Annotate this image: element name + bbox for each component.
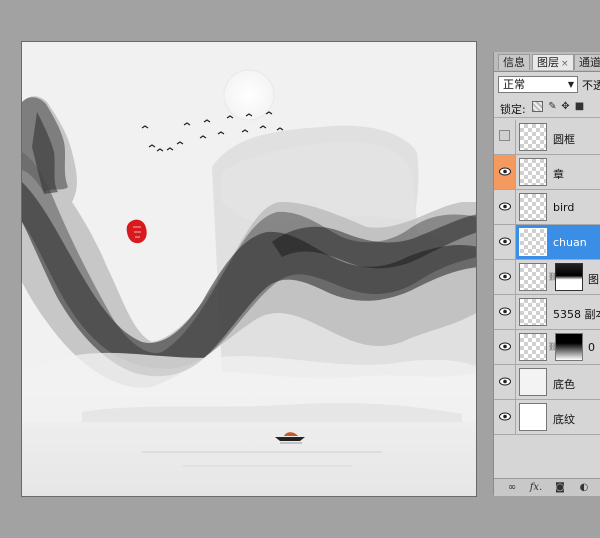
layer-row-0[interactable]: ⛓ 0 [494,330,600,365]
layer-mask-thumbnail[interactable] [555,263,583,291]
mask-link-icon[interactable]: ⛓ [548,341,558,353]
layer-thumbnail [519,368,547,396]
layer-name: 底色 [553,378,575,391]
close-tab-icon[interactable]: × [561,59,569,69]
visibility-toggle[interactable] [494,330,516,364]
moon [223,69,275,121]
ink-landscape-artwork [22,42,476,496]
dropdown-arrow-icon: ▼ [567,80,574,89]
visibility-toggle[interactable] [494,400,516,434]
layer-mask-thumbnail[interactable] [555,333,583,361]
layers-panel: 信息 图层 × 通道 正常 ▼ 不透 锁定: ✎ ✥ ■ 圆框 章 bird c… [493,52,600,496]
eye-icon [499,377,511,386]
lock-transparency-icon[interactable] [532,101,543,112]
layer-thumbnail [519,403,547,431]
lock-move-icon[interactable]: ✥ [560,101,571,112]
layer-row-bird[interactable]: bird [494,190,600,225]
tab-channels-label: 通道 [579,56,600,69]
layer-row-dise[interactable]: 底色 [494,365,600,400]
layer-name: 图 [588,273,599,286]
lock-row: 锁定: ✎ ✥ ■ [494,99,600,118]
layer-row-chuan[interactable]: chuan [494,225,600,260]
layer-thumbnail [519,333,547,361]
eye-icon [499,202,511,211]
opacity-label: 不透 [582,79,600,92]
blend-mode-select[interactable]: 正常 ▼ [498,76,578,93]
mask-icon[interactable]: ◙ [552,481,568,494]
lock-brush-icon[interactable]: ✎ [547,101,558,112]
fx-icon[interactable]: fx. [528,481,544,494]
blend-row: 正常 ▼ 不透 [494,74,600,95]
visibility-toggle[interactable] [494,365,516,399]
tab-info[interactable]: 信息 [498,54,530,70]
layer-name: 底纹 [553,413,575,426]
tab-channels[interactable]: 通道 [574,54,600,70]
lock-label: 锁定: [500,103,526,116]
visibility-toggle[interactable] [494,155,516,189]
layer-name: bird [553,201,575,214]
layer-name: 5358 副本 [553,308,600,321]
eye-icon [499,167,511,176]
panel-tabs: 信息 图层 × 通道 [494,52,600,72]
layer-thumbnail [519,123,547,151]
eye-icon [499,342,511,351]
mask-link-icon[interactable]: ⛓ [548,271,558,283]
eye-icon [499,237,511,246]
layer-row-yuankuang[interactable]: 圆框 [494,120,600,155]
layer-thumbnail [519,263,547,291]
layer-name: 圆框 [553,133,575,146]
link-icon[interactable]: ∞ [504,481,520,494]
layer-row-zhang[interactable]: 章 [494,155,600,190]
tab-layers[interactable]: 图层 × [532,54,574,70]
layer-thumbnail [519,298,547,326]
document-canvas[interactable] [21,41,477,497]
visibility-toggle[interactable] [494,260,516,294]
hidden-box-icon [499,130,510,141]
layer-name: 0 [588,341,595,354]
eye-icon [499,272,511,281]
visibility-toggle[interactable] [494,120,516,154]
layer-row-tu[interactable]: ⛓ 图 [494,260,600,295]
visibility-toggle[interactable] [494,295,516,329]
layer-row-diwen[interactable]: 底纹 [494,400,600,435]
visibility-toggle[interactable] [494,225,516,259]
adjustment-icon[interactable]: ◐ [576,481,592,494]
eye-icon [499,307,511,316]
layer-name: chuan [553,236,587,249]
layers-bottom-bar: ∞ fx. ◙ ◐ [494,478,600,496]
layer-list: 圆框 章 bird chuan ⛓ 图 5358 副 ⛓ 0 底色 底纹 [494,120,600,435]
tab-info-label: 信息 [503,56,525,69]
eye-icon [499,412,511,421]
visibility-toggle[interactable] [494,190,516,224]
layer-thumbnail [519,193,547,221]
blend-mode-value: 正常 [503,78,525,91]
layer-row-5358-copy[interactable]: 5358 副本 [494,295,600,330]
layer-name: 章 [553,168,564,181]
layer-thumbnail [519,158,547,186]
tab-layers-label: 图层 [537,56,559,69]
lock-all-icon[interactable]: ■ [574,101,585,112]
layer-thumbnail [519,228,547,256]
